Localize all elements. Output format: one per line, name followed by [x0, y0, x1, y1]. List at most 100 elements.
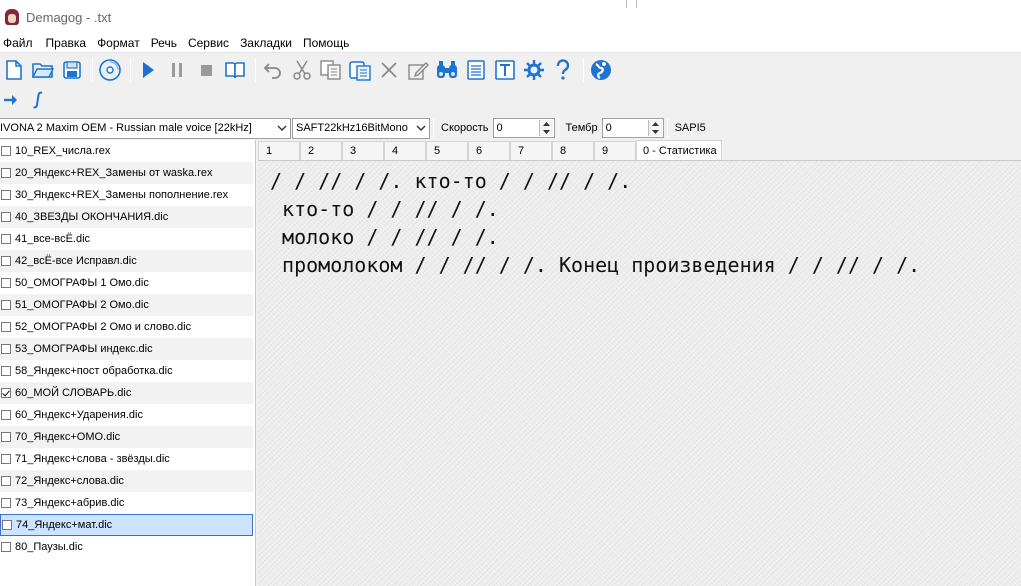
list-item[interactable]: 72_Яндекс+слова.dic	[0, 470, 253, 492]
book-icon[interactable]	[222, 57, 248, 83]
delete-icon[interactable]	[376, 57, 402, 83]
dictionary-checkbox[interactable]	[1, 322, 11, 332]
tab-2[interactable]: 2	[300, 141, 342, 160]
undo-icon[interactable]	[260, 57, 286, 83]
new-file-icon[interactable]	[1, 57, 27, 83]
title-divider	[626, 0, 627, 8]
dictionary-checkbox[interactable]	[1, 278, 11, 288]
audio-format-select[interactable]: SAFT22kHz16BitMono	[292, 117, 430, 139]
speed-spinbox[interactable]: 0	[492, 118, 555, 138]
dictionary-checkbox[interactable]	[1, 542, 11, 552]
list-item[interactable]: 42_всЁ-все Исправл.dic	[0, 250, 253, 272]
toolbar-separator	[130, 58, 131, 82]
tab-10[interactable]: 0 - Статистика	[636, 140, 722, 160]
list-icon[interactable]	[463, 57, 489, 83]
menu-bookmarks[interactable]: Закладки	[237, 36, 296, 50]
menu-format[interactable]: Формат	[94, 36, 144, 50]
spin-up-icon[interactable]	[648, 120, 662, 128]
text-editor[interactable]: / / // / /. кто-то / / // / /. кто-то / …	[258, 160, 1021, 586]
dictionary-checkbox[interactable]	[2, 520, 12, 530]
list-item[interactable]: 53_ОМОГРАФЫ индекс.dic	[0, 338, 253, 360]
tab-5[interactable]: 5	[426, 141, 468, 160]
paste-icon[interactable]	[347, 57, 373, 83]
stop-icon[interactable]	[193, 57, 219, 83]
find-icon[interactable]	[434, 57, 460, 83]
tab-6[interactable]: 6	[468, 141, 510, 160]
tab-8[interactable]: 8	[552, 141, 594, 160]
dictionary-label: 74_Яндекс+мат.dic	[16, 519, 113, 531]
dictionary-checkbox[interactable]	[1, 388, 11, 398]
timbre-spinbox[interactable]: 0	[601, 118, 664, 138]
dictionary-checkbox[interactable]	[1, 476, 11, 486]
voice-select[interactable]: IVONA 2 Maxim OEM - Russian male voice […	[0, 117, 291, 139]
list-item[interactable]: 60_Яндекс+Ударения.dic	[0, 404, 253, 426]
integral-icon[interactable]	[28, 87, 48, 113]
pause-icon[interactable]	[164, 57, 190, 83]
dictionary-checkbox[interactable]	[1, 256, 11, 266]
dictionary-checkbox[interactable]	[1, 344, 11, 354]
menu-service[interactable]: Сервис	[185, 36, 233, 50]
list-item[interactable]: 30_Яндекс+REX_Замены пополнение.rex	[0, 184, 253, 206]
globe-icon[interactable]	[588, 57, 614, 83]
dictionary-checkbox[interactable]	[1, 190, 11, 200]
dictionary-label: 58_Яндекс+пост обработка.dic	[15, 365, 173, 377]
list-item[interactable]: 80_Паузы.dic	[0, 536, 253, 558]
save-icon[interactable]	[59, 57, 85, 83]
dictionary-label: 10_REX_числа.rex	[15, 145, 111, 157]
audio-format-value: SAFT22kHz16BitMono	[296, 122, 408, 134]
list-item[interactable]: 20_Яндекс+REX_Замены от waska.rex	[0, 162, 253, 184]
secondary-toolbar	[0, 86, 1021, 114]
list-item[interactable]: 40_ЗВЕЗДЫ ОКОНЧАНИЯ.dic	[0, 206, 253, 228]
list-item[interactable]: 51_ОМОГРАФЫ 2 Омо.dic	[0, 294, 253, 316]
menu-edit[interactable]: Правка	[43, 36, 91, 50]
cd-icon[interactable]	[97, 57, 123, 83]
dictionary-checkbox[interactable]	[1, 366, 11, 376]
dictionary-label: 30_Яндекс+REX_Замены пополнение.rex	[15, 189, 229, 201]
list-item[interactable]: 71_Яндекс+слова - звёзды.dic	[0, 448, 253, 470]
text-icon[interactable]	[492, 57, 518, 83]
dictionary-label: 42_всЁ-все Исправл.dic	[15, 255, 137, 267]
list-item[interactable]: 74_Яндекс+мат.dic	[0, 514, 253, 536]
tab-4[interactable]: 4	[384, 141, 426, 160]
list-item[interactable]: 41_все-всЁ.dic	[0, 228, 253, 250]
help-icon[interactable]	[550, 57, 576, 83]
play-icon[interactable]	[135, 57, 161, 83]
spin-up-icon[interactable]	[539, 120, 553, 128]
spin-down-icon[interactable]	[648, 128, 662, 136]
list-item[interactable]: 10_REX_числа.rex	[0, 140, 253, 162]
cut-icon[interactable]	[289, 57, 315, 83]
dictionary-checkbox[interactable]	[1, 498, 11, 508]
tab-3[interactable]: 3	[342, 141, 384, 160]
edit-icon[interactable]	[405, 57, 431, 83]
list-item[interactable]: 50_ОМОГРАФЫ 1 Омо.dic	[0, 272, 253, 294]
list-item[interactable]: 60_МОЙ СЛОВАРЬ.dic	[0, 382, 253, 404]
dictionary-checkbox[interactable]	[1, 146, 11, 156]
dictionary-checkbox[interactable]	[1, 454, 11, 464]
list-item[interactable]: 58_Яндекс+пост обработка.dic	[0, 360, 253, 382]
dictionary-checkbox[interactable]	[1, 212, 11, 222]
copy-icon[interactable]	[318, 57, 344, 83]
arrow-right-icon[interactable]	[1, 87, 21, 113]
list-item[interactable]: 73_Яндекс+абрив.dic	[0, 492, 253, 514]
dictionary-checkbox[interactable]	[1, 410, 11, 420]
dictionary-checkbox[interactable]	[1, 300, 11, 310]
menu-speech[interactable]: Речь	[148, 36, 181, 50]
dictionary-checkbox[interactable]	[1, 432, 11, 442]
tab-7[interactable]: 7	[510, 141, 552, 160]
list-item[interactable]: 70_Яндекс+ОМО.dic	[0, 426, 253, 448]
list-item[interactable]: 52_ОМОГРАФЫ 2 Омо и слово.dic	[0, 316, 253, 338]
dictionary-checkbox[interactable]	[1, 234, 11, 244]
spin-down-icon[interactable]	[539, 128, 553, 136]
dictionary-checkbox[interactable]	[1, 168, 11, 178]
menu-file[interactable]: Файл	[0, 36, 37, 50]
main-toolbar	[0, 54, 1021, 86]
menu-help[interactable]: Помощь	[300, 36, 353, 50]
toolbar-separator	[583, 58, 584, 82]
editor-line: молоко / / // / /.	[270, 225, 499, 249]
settings-icon[interactable]	[521, 57, 547, 83]
timbre-label: Тембр	[565, 122, 598, 134]
tab-1[interactable]: 1	[258, 141, 300, 160]
open-folder-icon[interactable]	[30, 57, 56, 83]
toolbar-separator	[92, 58, 93, 82]
tab-9[interactable]: 9	[594, 141, 636, 160]
